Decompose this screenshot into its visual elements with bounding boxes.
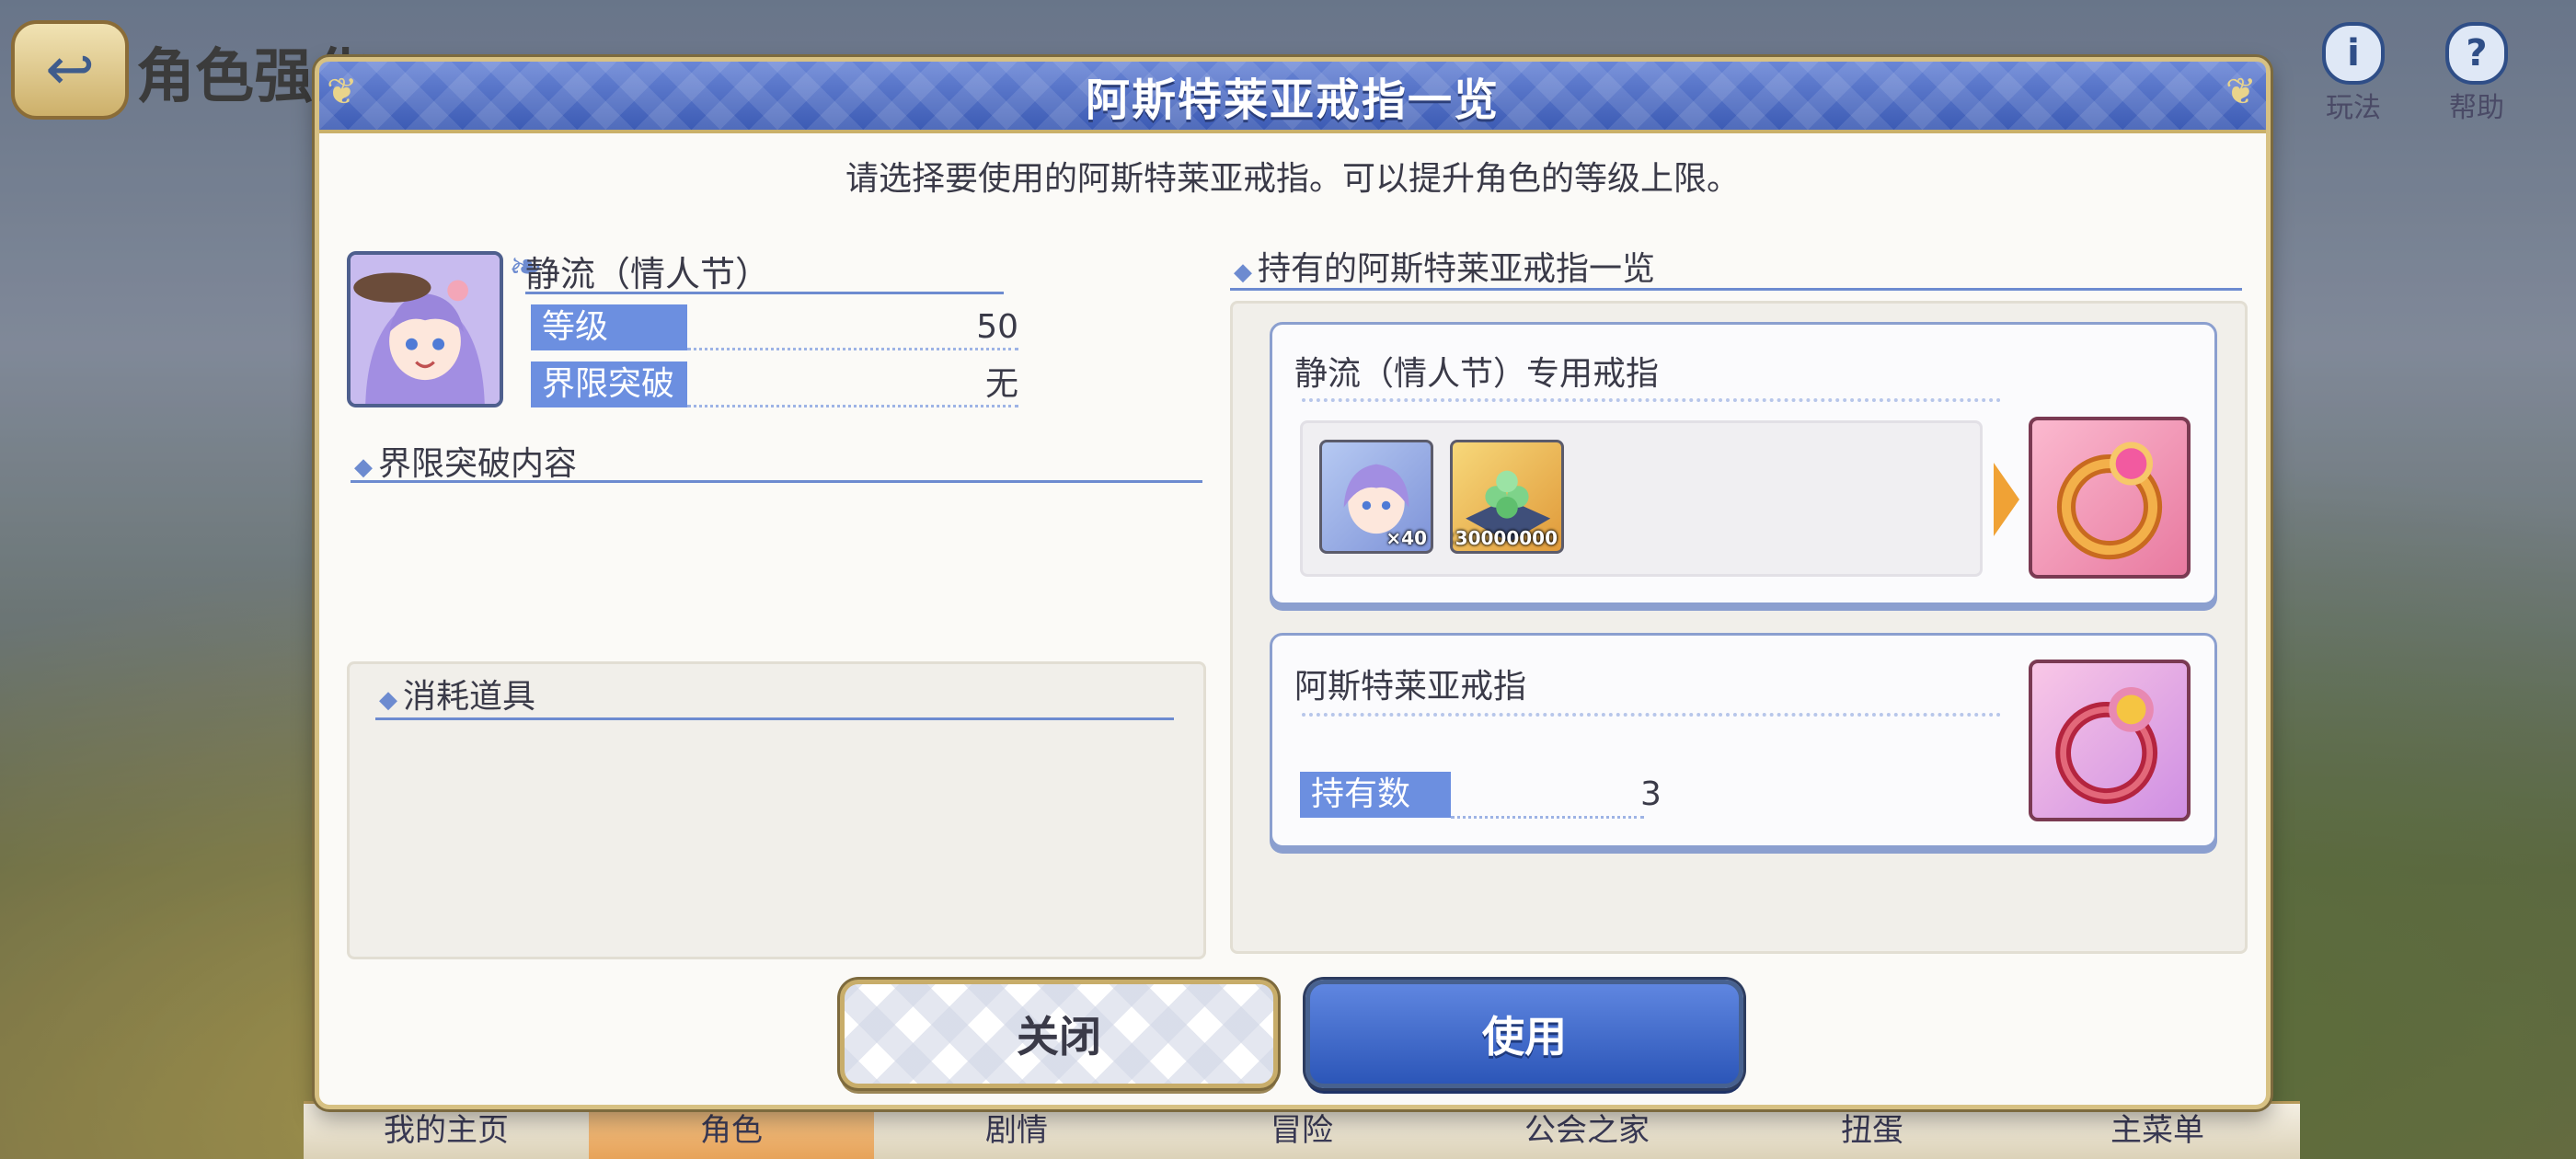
owned-rings-heading: ◆ 持有的阿斯特莱亚戒指一览: [1234, 250, 1656, 288]
info-button[interactable]: i 玩法: [2322, 22, 2385, 125]
nav-gacha[interactable]: 扭蛋: [1730, 1104, 2015, 1159]
hold-count-label: 持有数: [1300, 772, 1451, 818]
bottom-nav: 我的主页 角色 剧情 冒险 公会之家 扭蛋 主菜单: [304, 1101, 2300, 1159]
section-underline: [351, 480, 1202, 483]
diamond-bullet-icon: ◆: [1234, 258, 1252, 286]
help-icon: ?: [2445, 22, 2508, 85]
material-qty: ×40: [1386, 527, 1427, 549]
corner-ornament-icon: ❦: [327, 71, 358, 113]
help-button[interactable]: ? 帮助: [2445, 22, 2508, 125]
help-label: 帮助: [2449, 92, 2504, 124]
nav-character[interactable]: 角色: [589, 1104, 874, 1159]
corner-ornament-icon: ❦: [2225, 71, 2257, 113]
divider: [1302, 713, 2001, 717]
astraea-ring-title: 阿斯特莱亚戒指: [1294, 668, 1527, 706]
section-underline: [375, 717, 1174, 720]
back-arrow-icon: ↩: [45, 36, 95, 104]
limit-break-row: 界限突破 无: [531, 361, 1018, 407]
divider: [687, 405, 1018, 407]
nav-adventure[interactable]: 冒险: [1159, 1104, 1444, 1159]
level-value: 50: [976, 308, 1018, 346]
material-qty: ×30000000: [1450, 527, 1558, 549]
character-name: 静流（情人节）: [525, 254, 771, 294]
info-icon: i: [2322, 22, 2385, 85]
arrow-right-icon: [1994, 463, 2019, 536]
character-memory-piece-icon: ×40: [1319, 440, 1433, 554]
use-button[interactable]: 使用: [1305, 980, 1743, 1088]
character-avatar-icon: [351, 255, 500, 404]
nav-story[interactable]: 剧情: [874, 1104, 1159, 1159]
limit-break-label: 界限突破: [531, 361, 687, 407]
nav-my-page[interactable]: 我的主页: [304, 1104, 589, 1159]
diamond-bullet-icon: ◆: [354, 453, 373, 481]
nav-main-menu[interactable]: 主菜单: [2015, 1104, 2300, 1159]
exclusive-ring-icon[interactable]: [2029, 417, 2191, 579]
exclusive-ring-card[interactable]: 静流（情人节）专用戒指 ×40 ×30000000: [1270, 322, 2217, 605]
level-label: 等级: [531, 304, 687, 350]
ring-list-modal: ❦ 阿斯特莱亚戒指一览 ❦ 请选择要使用的阿斯特莱亚戒指。可以提升角色的等级上限…: [315, 57, 2271, 1109]
astraea-ring-icon[interactable]: [2029, 660, 2191, 821]
exclusive-ring-title: 静流（情人节）专用戒指: [1294, 355, 1660, 393]
limit-break-value: 无: [984, 365, 1018, 403]
divider: [687, 348, 1018, 350]
consumables-heading: ◆ 消耗道具: [379, 678, 536, 716]
close-button[interactable]: 关闭: [840, 980, 1278, 1088]
level-row: 等级 50: [531, 304, 1018, 350]
nav-guild-house[interactable]: 公会之家: [1444, 1104, 1730, 1159]
diamond-bullet-icon: ◆: [379, 686, 397, 714]
owned-rings-list: 静流（情人节）专用戒指 ×40 ×30000000 阿斯特莱亚戒指 持有数 3: [1230, 301, 2248, 954]
divider: [1302, 398, 2001, 402]
divider: [1451, 816, 1644, 819]
modal-title: 阿斯特莱亚戒指一览: [1085, 75, 1500, 126]
consumables-panel: ◆ 消耗道具: [347, 661, 1206, 959]
limit-break-content-heading: ◆ 界限突破内容: [354, 445, 578, 483]
mana-coins-icon: ×30000000: [1450, 440, 1564, 554]
astraea-ring-card[interactable]: 阿斯特莱亚戒指 持有数 3: [1270, 633, 2217, 848]
materials-box: ×40 ×30000000: [1300, 420, 1983, 577]
modal-header: ❦ 阿斯特莱亚戒指一览 ❦: [319, 62, 2266, 133]
info-label: 玩法: [2326, 92, 2381, 124]
section-underline: [1230, 288, 2242, 291]
back-button[interactable]: ↩: [11, 20, 129, 120]
character-portrait: [347, 251, 503, 407]
instruction-text: 请选择要使用的阿斯特莱亚戒指。可以提升角色的等级上限。: [845, 160, 1740, 198]
name-underline: [525, 292, 1004, 294]
